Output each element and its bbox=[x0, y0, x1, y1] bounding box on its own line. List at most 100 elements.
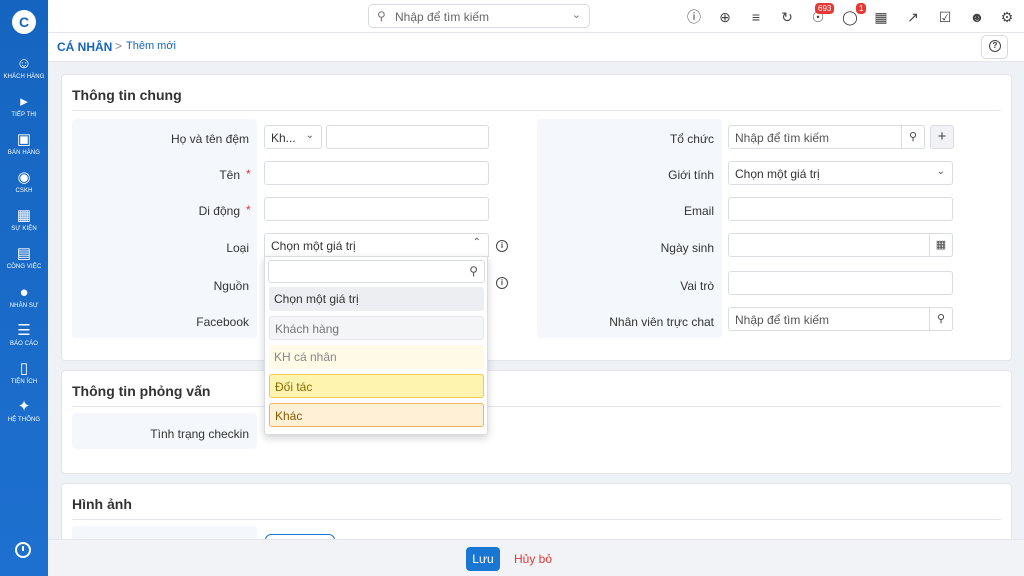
add-circle-icon[interactable]: ⊕ bbox=[716, 8, 734, 26]
sidebar-item-hr[interactable]: ● NHÂN SỰ bbox=[0, 284, 48, 309]
checkbox-icon[interactable]: ☑ bbox=[936, 8, 954, 26]
sidebar-item-label: KHÁCH HÀNG bbox=[3, 74, 45, 80]
sidebar-item-support[interactable]: ◉ CSKH bbox=[0, 169, 48, 194]
lifebuoy-icon: ◉ bbox=[17, 169, 31, 186]
salutation-select[interactable]: Kh... ⌄ bbox=[264, 125, 322, 149]
sidebar-item-label: TIẾP THỊ bbox=[11, 112, 37, 118]
sidebar-item-events[interactable]: ▦ SỰ KIỆN bbox=[0, 207, 48, 232]
mobile-input[interactable] bbox=[264, 197, 489, 221]
alert-circle-icon[interactable]: ⓘ bbox=[685, 8, 703, 26]
wrench-icon: ✦ bbox=[17, 398, 31, 415]
chevron-down-icon: ⌄ bbox=[936, 166, 945, 177]
breadcrumb-separator: > bbox=[115, 39, 123, 53]
fullname-label: Họ và tên đệm bbox=[170, 132, 249, 146]
mobile-label: Di động bbox=[198, 204, 240, 218]
dropdown-option[interactable]: Đối tác bbox=[269, 374, 484, 398]
sidebar-item-reports[interactable]: ☰ BÁO CÁO bbox=[0, 322, 48, 347]
breadcrumb: CÁ NHÂN > Thêm mới ? bbox=[48, 33, 1024, 62]
general-info-card: Thông tin chung Họ và tên đệm Tên * Di đ… bbox=[61, 74, 1012, 361]
sidebar-item-customers[interactable]: ☺ KHÁCH HÀNG bbox=[0, 55, 48, 80]
sidebar-item-sales[interactable]: ▣ BÁN HÀNG bbox=[0, 131, 48, 156]
chart-icon[interactable]: ↗ bbox=[904, 8, 922, 26]
chat-count-badge: 1 bbox=[856, 3, 867, 14]
sidebar-item-label: HỆ THỐNG bbox=[7, 417, 41, 423]
type-dropdown-menu: ⚲ Chọn một giá trị Khách hàng KH cá nhân… bbox=[264, 256, 488, 435]
calendar-icon[interactable]: ▦ bbox=[929, 233, 953, 257]
dropdown-search-input[interactable]: ⚲ bbox=[268, 260, 485, 283]
sidebar-item-tasks[interactable]: ▤ CÔNG VIỆC bbox=[0, 245, 48, 270]
right-label-panel bbox=[537, 119, 722, 338]
section-title-images: Hình ảnh bbox=[72, 496, 132, 512]
chevron-down-icon: ⌄ bbox=[305, 130, 314, 141]
section-title-general: Thông tin chung bbox=[72, 87, 182, 103]
source-label: Nguồn bbox=[213, 279, 249, 293]
breadcrumb-root[interactable]: CÁ NHÂN bbox=[57, 40, 112, 54]
dropdown-option[interactable]: KH cá nhân bbox=[269, 345, 484, 369]
sidebar-item-utilities[interactable]: ▯ TIỆN ÍCH bbox=[0, 360, 48, 385]
cart-icon: ▣ bbox=[16, 131, 32, 148]
chat-staff-search-input[interactable]: Nhập để tìm kiếm ⚲ bbox=[728, 307, 953, 331]
refresh-icon[interactable]: ↻ bbox=[778, 8, 796, 26]
gender-select-value: Chọn một giá trị bbox=[735, 167, 820, 181]
sidebar-item-label: NHÂN SỰ bbox=[9, 303, 39, 309]
app-logo-icon[interactable]: C bbox=[12, 10, 36, 34]
global-search-input[interactable]: ⚲ Nhập để tìm kiếm ⌄ bbox=[368, 4, 590, 28]
customers-icon: ☺ bbox=[16, 55, 32, 72]
info-icon[interactable]: i bbox=[496, 240, 508, 252]
gear-icon[interactable]: ⚙ bbox=[998, 8, 1016, 26]
search-icon: ⚲ bbox=[469, 264, 478, 278]
sidebar-item-label: BÁO CÁO bbox=[9, 341, 39, 347]
divider bbox=[72, 110, 1001, 111]
sidebar-item-marketing[interactable]: ▸ TIẾP THỊ bbox=[0, 93, 48, 118]
organization-search-input[interactable]: Nhập để tìm kiếm ⚲ bbox=[728, 125, 925, 149]
search-placeholder: Nhập để tìm kiếm bbox=[395, 10, 490, 24]
chat-staff-placeholder: Nhập để tìm kiếm bbox=[735, 313, 830, 327]
help-button[interactable]: ? bbox=[981, 35, 1008, 59]
name-input[interactable] bbox=[264, 161, 489, 185]
organization-label: Tổ chức bbox=[669, 132, 714, 146]
cancel-button[interactable]: Hủy bỏ bbox=[514, 552, 552, 566]
user-icon[interactable]: ☻ bbox=[968, 8, 986, 26]
sidebar-item-system[interactable]: ✦ HỆ THỐNG bbox=[0, 398, 48, 423]
notification-count-badge: 693 bbox=[815, 3, 835, 14]
save-button[interactable]: Lưu bbox=[466, 547, 500, 571]
search-icon[interactable]: ⚲ bbox=[901, 125, 925, 149]
type-select[interactable]: Chọn một giá trị ⌃ bbox=[264, 233, 489, 257]
dropdown-option[interactable]: Chọn một giá trị bbox=[269, 287, 484, 311]
type-label: Loại bbox=[226, 241, 249, 255]
required-mark: * bbox=[246, 167, 251, 181]
megaphone-icon: ▸ bbox=[20, 93, 28, 110]
email-input[interactable] bbox=[728, 197, 953, 221]
dropdown-option[interactable]: Khách hàng bbox=[269, 316, 484, 340]
add-organization-button[interactable]: + bbox=[930, 125, 954, 149]
divider bbox=[72, 406, 1001, 407]
list-icon[interactable]: ≡ bbox=[747, 8, 765, 26]
chevron-up-icon: ⌃ bbox=[472, 237, 481, 248]
middle-name-input[interactable] bbox=[326, 125, 489, 149]
checkin-status-label: Tình trạng checkin bbox=[150, 427, 249, 441]
chevron-down-icon: ⌄ bbox=[571, 9, 581, 21]
interview-info-card: Thông tin phỏng vấn Tình trạng checkin bbox=[61, 370, 1012, 474]
breadcrumb-current: Thêm mới bbox=[126, 40, 176, 52]
search-icon: ⚲ bbox=[377, 9, 386, 23]
briefcase-icon: ▤ bbox=[16, 245, 32, 262]
chat-staff-label: Nhân viên trực chat bbox=[609, 315, 714, 329]
sidebar-item-label: SỰ KIỆN bbox=[11, 226, 37, 232]
gender-select[interactable]: Chọn một giá trị ⌄ bbox=[728, 161, 953, 185]
clock-icon[interactable] bbox=[15, 542, 31, 558]
birthday-input[interactable]: ▦ bbox=[728, 233, 953, 257]
dropdown-option[interactable]: Khác bbox=[269, 403, 484, 427]
calendar-icon: ▦ bbox=[16, 207, 32, 224]
calendar-icon[interactable]: ▦ bbox=[872, 8, 890, 26]
name-label: Tên bbox=[219, 168, 240, 182]
salutation-value: Kh... bbox=[271, 131, 296, 145]
organization-placeholder: Nhập để tìm kiếm bbox=[735, 131, 830, 145]
facebook-label: Facebook bbox=[196, 315, 249, 329]
sidebar-item-label: CÔNG VIỆC bbox=[6, 264, 42, 270]
info-icon[interactable]: i bbox=[496, 277, 508, 289]
section-title-interview: Thông tin phỏng vấn bbox=[72, 383, 211, 399]
role-input[interactable] bbox=[728, 271, 953, 295]
gender-label: Giới tính bbox=[668, 168, 714, 182]
footer-actions: Lưu Hủy bỏ bbox=[48, 539, 1024, 576]
search-icon[interactable]: ⚲ bbox=[929, 307, 953, 331]
